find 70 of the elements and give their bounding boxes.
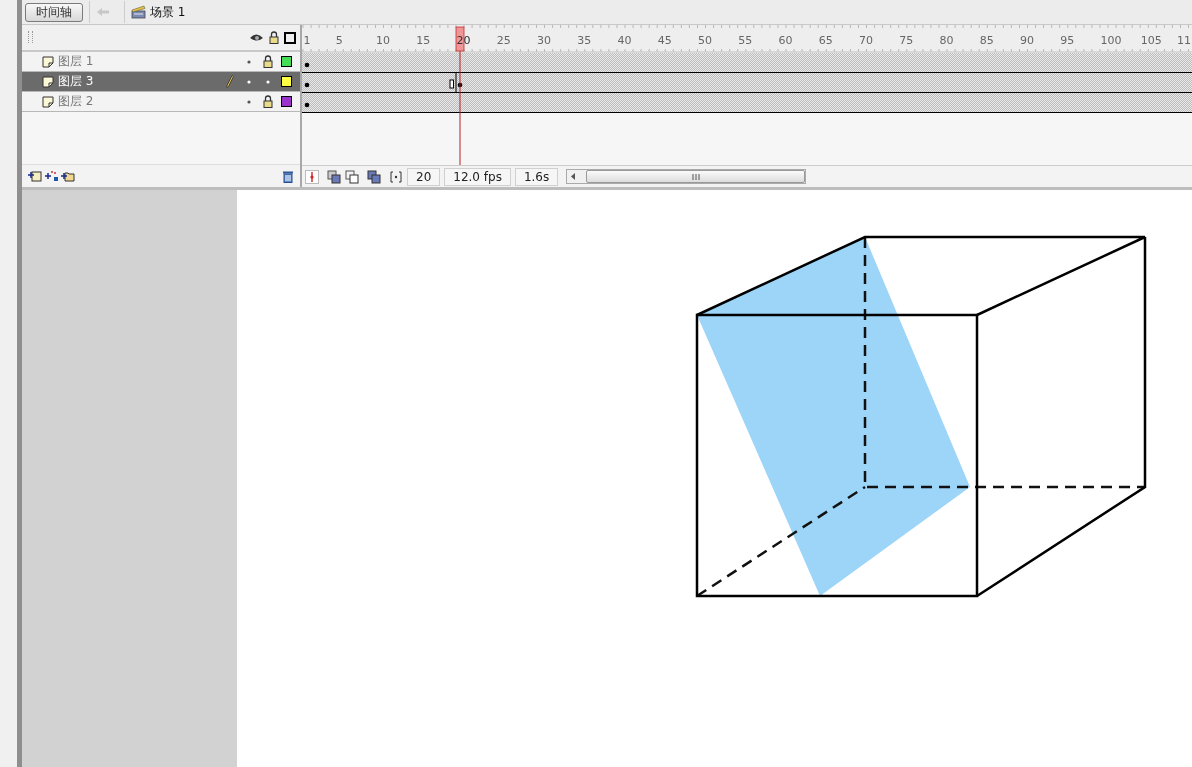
visibility-dot-icon[interactable]	[246, 59, 251, 64]
frame-number: 50	[698, 34, 712, 47]
new-folder-icon[interactable]	[61, 170, 75, 182]
layer-icon	[42, 55, 54, 68]
frame-number: 5	[335, 34, 343, 47]
frame-track[interactable]	[302, 53, 1192, 72]
layer-icon	[42, 75, 54, 88]
frame-number: 60	[778, 34, 793, 47]
frame-number: 35	[577, 34, 592, 47]
frame-track[interactable]	[302, 73, 1192, 92]
frame-number: 20	[456, 34, 471, 47]
frame-number: 85	[979, 34, 994, 47]
layer-row[interactable]: 图层 2	[22, 92, 300, 112]
keyframe-dot[interactable]	[304, 62, 310, 68]
scene-label[interactable]: 场景 1	[150, 3, 186, 21]
frame-number: 40	[617, 34, 632, 47]
clapperboard-icon	[131, 5, 146, 19]
layer-color-swatch[interactable]	[281, 76, 292, 87]
frame-number: 105	[1140, 34, 1162, 47]
visibility-dot-icon[interactable]	[246, 99, 251, 104]
frame-number: 1	[303, 34, 311, 47]
center-frame-icon[interactable]	[305, 169, 319, 184]
layer-row[interactable]: 图层 3	[22, 72, 300, 92]
lock-icon[interactable]	[269, 31, 279, 44]
layer-color-swatch[interactable]	[281, 96, 292, 107]
lock-icon[interactable]	[262, 95, 273, 108]
lock-icon[interactable]	[262, 55, 273, 68]
frame-number: 11	[1177, 34, 1191, 47]
keyframe-dot[interactable]	[304, 102, 310, 108]
onion-markers-icon[interactable]	[389, 169, 403, 184]
current-frame-field[interactable]: 20	[407, 167, 441, 186]
frame-rate-field[interactable]: 12.0 fps	[444, 167, 511, 186]
frame-number: 90	[1020, 34, 1034, 47]
keyframe-dot[interactable]	[457, 82, 463, 88]
keyframe-dot[interactable]	[304, 82, 310, 88]
visibility-dot-icon[interactable]	[246, 79, 251, 84]
layer-name[interactable]: 图层 1	[58, 53, 239, 70]
scroll-left-arrow-icon[interactable]	[570, 173, 577, 180]
grip-icon	[691, 173, 700, 180]
frame-number: 10	[376, 34, 390, 47]
frame-number: 15	[416, 34, 431, 47]
outline-icon[interactable]	[284, 31, 296, 44]
frame-number: 45	[657, 34, 672, 47]
frame-number: 75	[899, 34, 914, 47]
pencil-icon	[225, 75, 234, 88]
edit-multiple-frames-icon[interactable]	[367, 169, 381, 184]
frame-number: 80	[939, 34, 954, 47]
elapsed-time-field: 1.6s	[514, 167, 559, 186]
onion-skin-icon[interactable]	[327, 169, 341, 184]
frame-number: 55	[738, 34, 753, 47]
frame-number: 95	[1060, 34, 1075, 47]
timeline-button[interactable]: 时间轴	[25, 2, 83, 22]
layer-icon	[42, 95, 54, 108]
frame-number: 25	[496, 34, 511, 47]
layer-row[interactable]: 图层 1	[22, 52, 300, 72]
new-layer-icon[interactable]	[28, 170, 42, 182]
horizontal-scrollbar[interactable]	[566, 169, 807, 184]
frame-number: 70	[859, 34, 873, 47]
frame-number: 65	[818, 34, 833, 47]
eye-icon[interactable]	[249, 32, 264, 43]
layer-color-swatch[interactable]	[281, 56, 292, 67]
motion-guide-icon[interactable]	[45, 170, 59, 182]
unlocked-dot-icon[interactable]	[265, 79, 270, 84]
frame-number: 100	[1100, 34, 1122, 47]
frame-track[interactable]	[302, 93, 1192, 112]
layer-name[interactable]: 图层 2	[58, 93, 239, 110]
frame-number: 30	[537, 34, 551, 47]
layer-name[interactable]: 图层 3	[58, 73, 220, 90]
onion-skin-outlines-icon[interactable]	[345, 169, 359, 184]
trash-icon[interactable]	[282, 169, 294, 183]
